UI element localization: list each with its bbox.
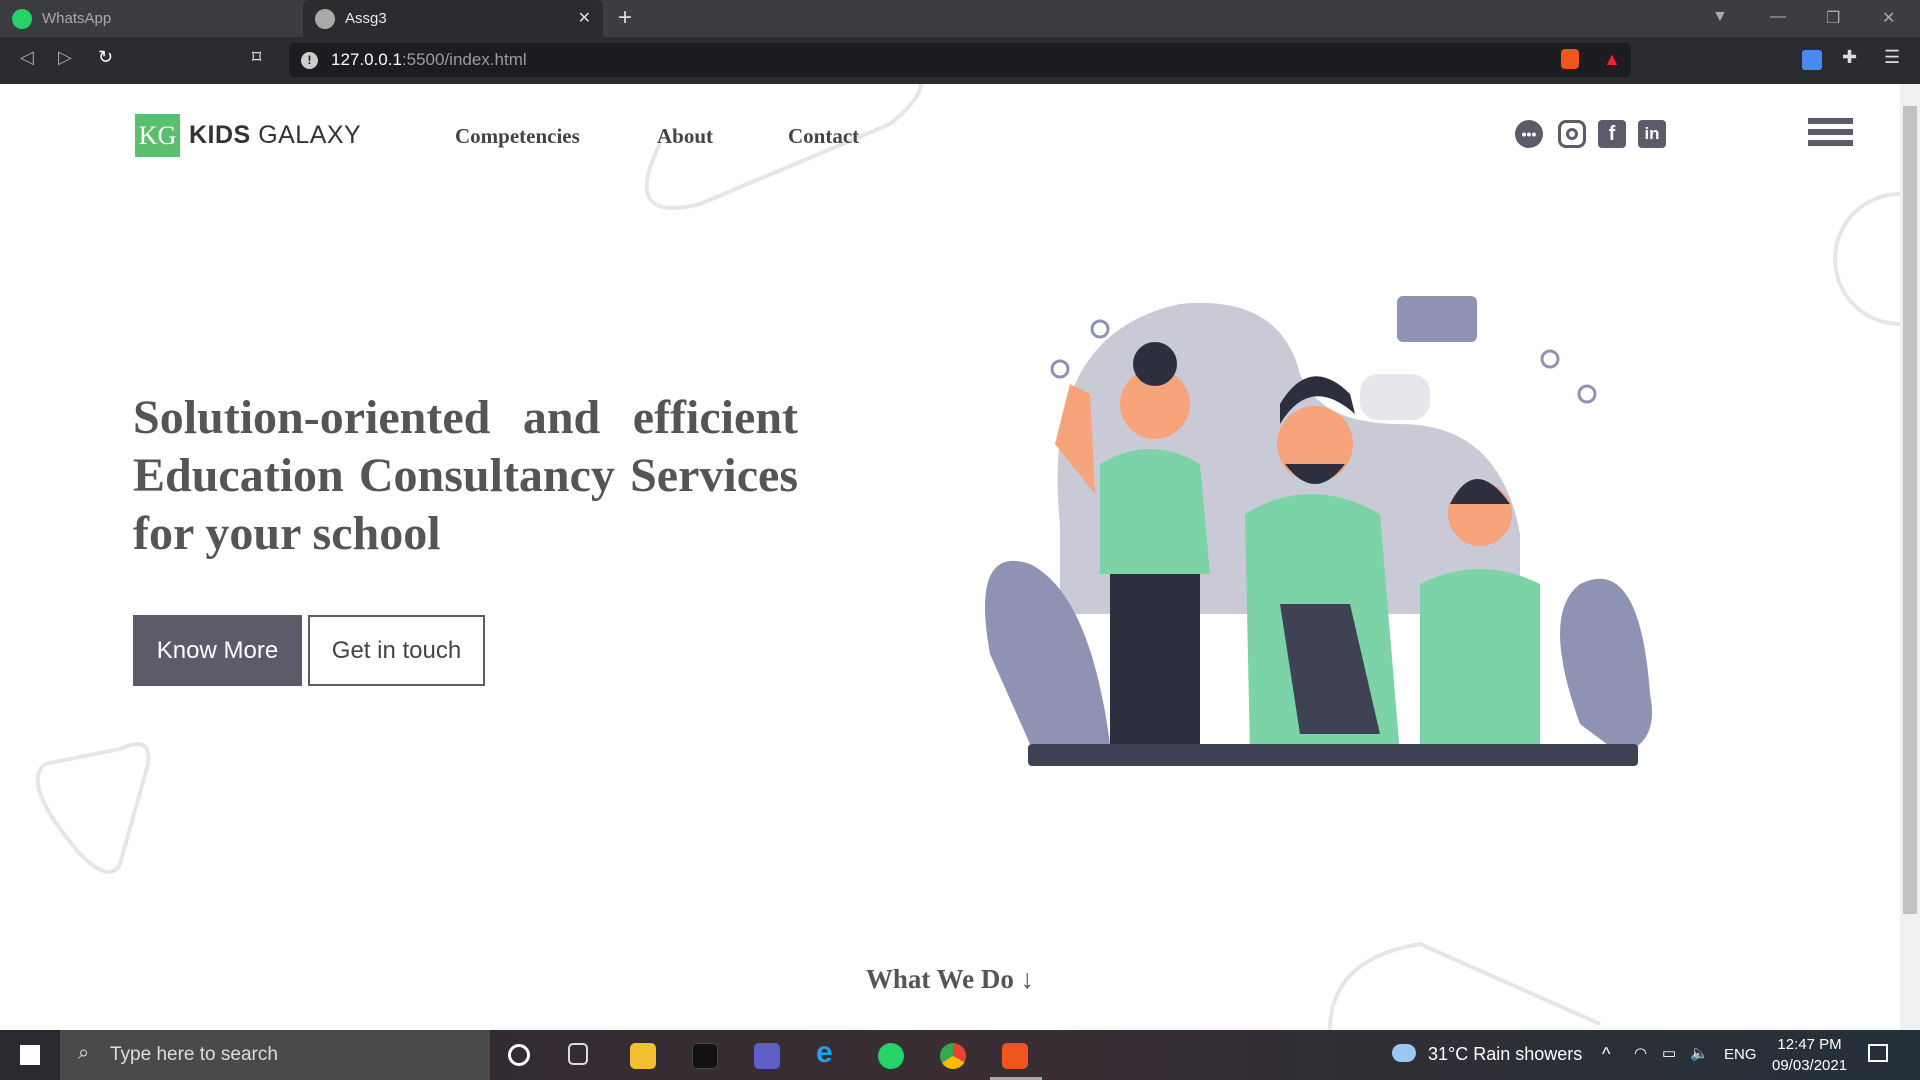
woman-skirt (1110, 554, 1200, 754)
deco-triangle-left (35, 742, 151, 874)
tab-whatsapp[interactable]: WhatsApp (12, 0, 302, 37)
tab-assg3[interactable]: Assg3 ✕ (303, 0, 603, 37)
battery-icon[interactable]: ▭ (1662, 1044, 1676, 1062)
desk (1028, 744, 1638, 766)
nav-competencies[interactable]: Competencies (455, 124, 580, 149)
chrome-icon[interactable] (940, 1043, 966, 1069)
hero-illustration (985, 296, 1652, 766)
know-more-button[interactable]: Know More (133, 615, 302, 686)
cortana-icon[interactable] (508, 1044, 530, 1066)
cloud (1360, 374, 1430, 420)
tab-search-icon[interactable]: ▼ (1712, 8, 1728, 26)
woman-hair (1133, 342, 1177, 386)
task-view-icon[interactable] (568, 1043, 588, 1065)
web-page: KG KIDS GALAXY Competencies About Contac… (0, 84, 1900, 1030)
menu-icon[interactable]: ☰ (1884, 47, 1900, 68)
instagram-icon[interactable] (1558, 120, 1586, 148)
date: 09/03/2021 (1772, 1057, 1848, 1074)
chat-icon[interactable]: ••• (1515, 120, 1543, 148)
get-in-touch-button[interactable]: Get in touch (308, 615, 485, 686)
restore-button[interactable]: ❐ (1826, 8, 1840, 28)
browser-tab-bar: WhatsApp Assg3 ✕ + ▼ — ❐ ✕ (0, 0, 1920, 37)
translate-icon[interactable] (1802, 50, 1822, 70)
nav-contact[interactable]: Contact (788, 124, 859, 149)
whatsapp-taskbar-icon[interactable] (878, 1043, 904, 1069)
forward-icon[interactable]: ▷ (58, 47, 72, 68)
arrow-down-icon: ↓ (1020, 964, 1035, 994)
clock[interactable]: 12:47 PM 09/03/2021 (1772, 1034, 1847, 1076)
search-placeholder: Type here to search (110, 1044, 278, 1065)
predator-sense-icon[interactable] (692, 1043, 718, 1069)
hamburger-menu-button[interactable] (1808, 118, 1853, 151)
internet-explorer-icon[interactable]: e (816, 1036, 842, 1069)
teams-icon[interactable] (754, 1043, 780, 1069)
back-icon[interactable]: ◁ (20, 47, 34, 68)
nav-about[interactable]: About (657, 124, 713, 149)
close-tab-icon[interactable]: ✕ (578, 8, 591, 28)
notifications-icon[interactable] (1868, 1044, 1888, 1062)
logo-text: KIDS GALAXY (189, 121, 361, 150)
facebook-icon[interactable]: f (1598, 120, 1626, 148)
wifi-icon[interactable]: ◠ (1634, 1044, 1647, 1062)
weather-icon[interactable] (1392, 1044, 1416, 1062)
url-host: 127.0.0.1 (331, 50, 402, 69)
what-we-do-link[interactable]: What We Do ↓ (0, 964, 1900, 995)
linkedin-icon[interactable]: in (1638, 120, 1666, 148)
whatsapp-icon (12, 8, 32, 29)
scrollbar[interactable] (1900, 84, 1920, 1030)
logo-light: GALAXY (258, 121, 362, 149)
brave-rewards-icon[interactable]: ▲ (1603, 49, 1621, 70)
taskbar: ⌕ Type here to search e 31°C Rain showers… (0, 1030, 1920, 1080)
scrollbar-thumb[interactable] (1903, 106, 1917, 914)
what-we-do-label: What We Do (865, 964, 1014, 994)
tab-title: Assg3 (345, 10, 387, 27)
chevron-up-icon[interactable]: ^ (1602, 1044, 1610, 1065)
logo-mark: KG (135, 114, 180, 157)
brave-shield-icon[interactable] (1561, 49, 1579, 69)
close-window-button[interactable]: ✕ (1882, 8, 1895, 28)
speech-bubble (1397, 296, 1477, 342)
windows-start-icon[interactable] (20, 1045, 40, 1065)
logo[interactable]: KG KIDS GALAXY (135, 114, 361, 157)
extensions-icon[interactable]: ✚ (1842, 47, 1857, 68)
time: 12:47 PM (1777, 1036, 1842, 1053)
bookmark-icon[interactable]: ⌑ (252, 47, 261, 68)
boy-shirt (1420, 569, 1540, 754)
taskbar-search[interactable]: ⌕ Type here to search (60, 1030, 490, 1080)
leaf-right (1560, 578, 1652, 754)
info-icon[interactable]: ! (301, 52, 318, 69)
woman-shirt (1100, 449, 1210, 574)
tab-title: WhatsApp (42, 10, 112, 27)
file-explorer-icon[interactable] (630, 1043, 656, 1069)
logo-bold: KIDS (189, 121, 251, 149)
new-tab-button[interactable]: + (618, 4, 632, 32)
volume-icon[interactable]: 🔈 (1690, 1044, 1709, 1062)
minimize-button[interactable]: — (1770, 8, 1786, 26)
hero-heading: Solution-oriented and efficient Educatio… (133, 391, 798, 560)
deco-circle-right (1833, 192, 1900, 326)
url-path: :5500/index.html (401, 50, 527, 69)
address-toolbar: ◁ ▷ ↻ ⌑ ! 127.0.0.1:5500/index.html ▲ ✚ ☰ (0, 37, 1920, 84)
brave-taskbar-icon[interactable] (1002, 1043, 1028, 1069)
search-icon: ⌕ (78, 1042, 90, 1064)
language-indicator[interactable]: ENG (1724, 1046, 1757, 1063)
globe-icon (315, 8, 335, 29)
address-bar[interactable]: ! 127.0.0.1:5500/index.html ▲ (289, 43, 1631, 77)
weather-text[interactable]: 31°C Rain showers (1428, 1044, 1582, 1065)
reload-icon[interactable]: ↻ (98, 47, 113, 68)
